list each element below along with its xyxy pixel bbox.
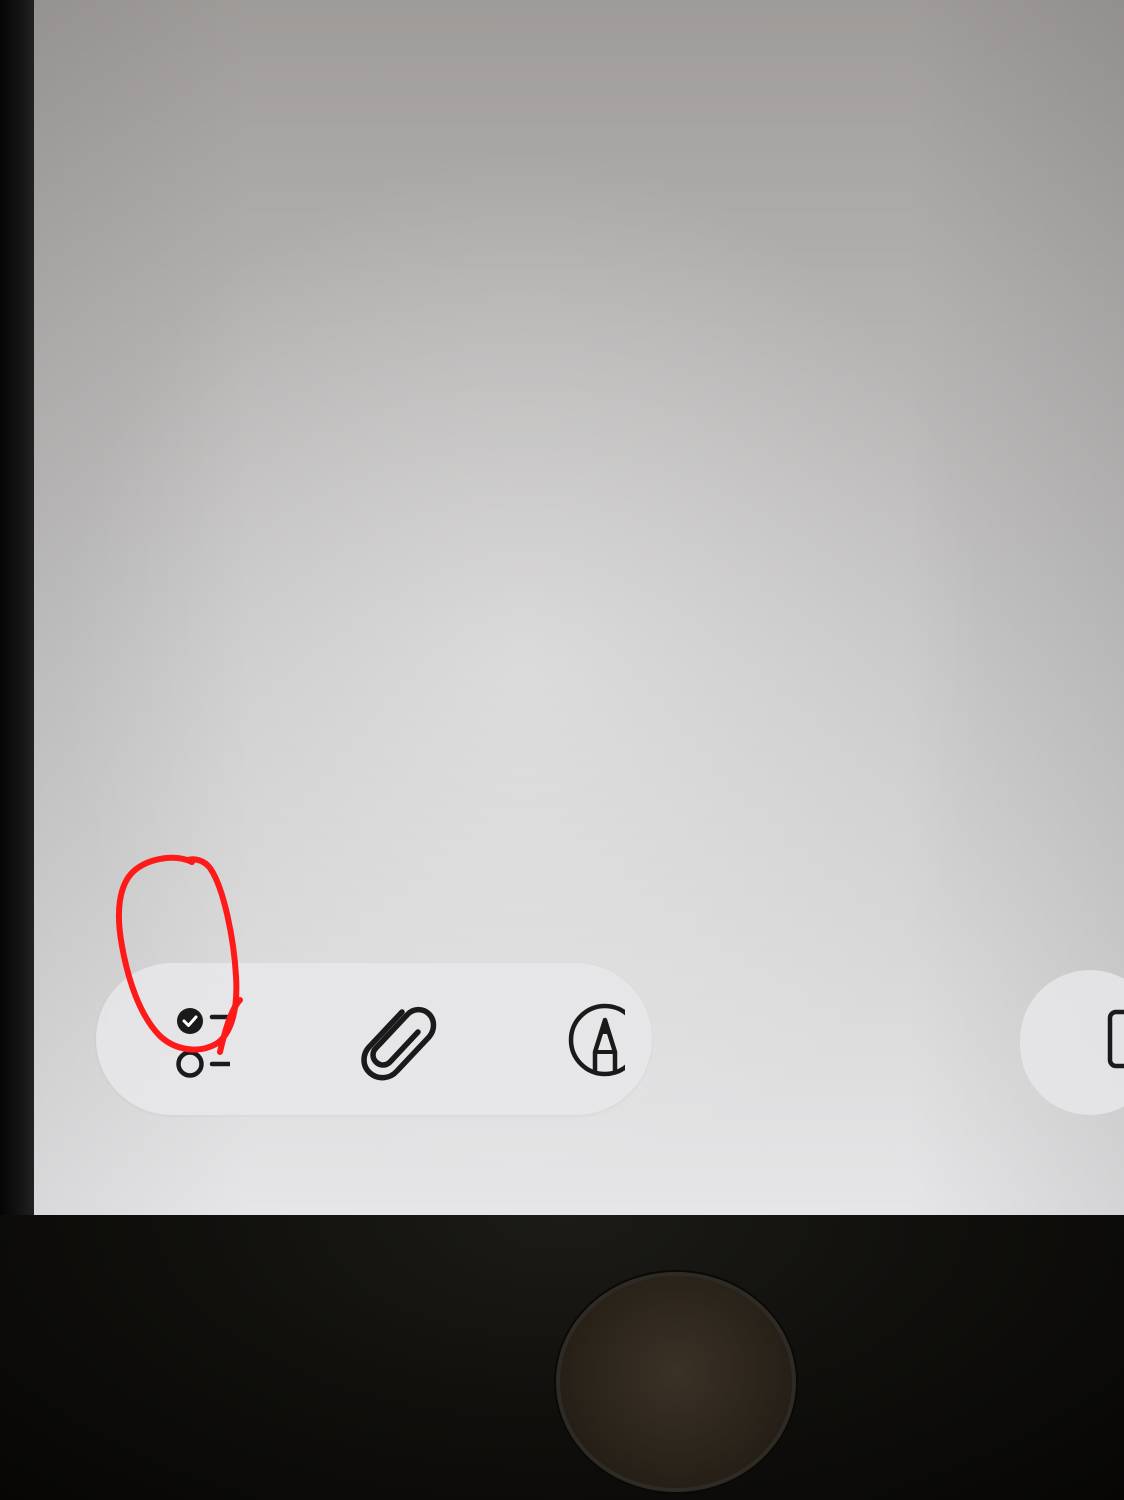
markup-button[interactable] — [525, 990, 625, 1090]
phone-bezel-left — [0, 0, 34, 1215]
compose-button[interactable] — [1060, 998, 1124, 1078]
home-button[interactable] — [556, 1272, 796, 1492]
paperclip-icon — [361, 1006, 437, 1081]
attachment-button[interactable] — [340, 990, 440, 1090]
markup-pen-icon — [568, 1003, 625, 1077]
checklist-button[interactable] — [130, 990, 230, 1090]
compose-icon — [1107, 1009, 1124, 1069]
phone-photo — [0, 0, 1124, 1500]
checklist-icon — [176, 1008, 230, 1078]
